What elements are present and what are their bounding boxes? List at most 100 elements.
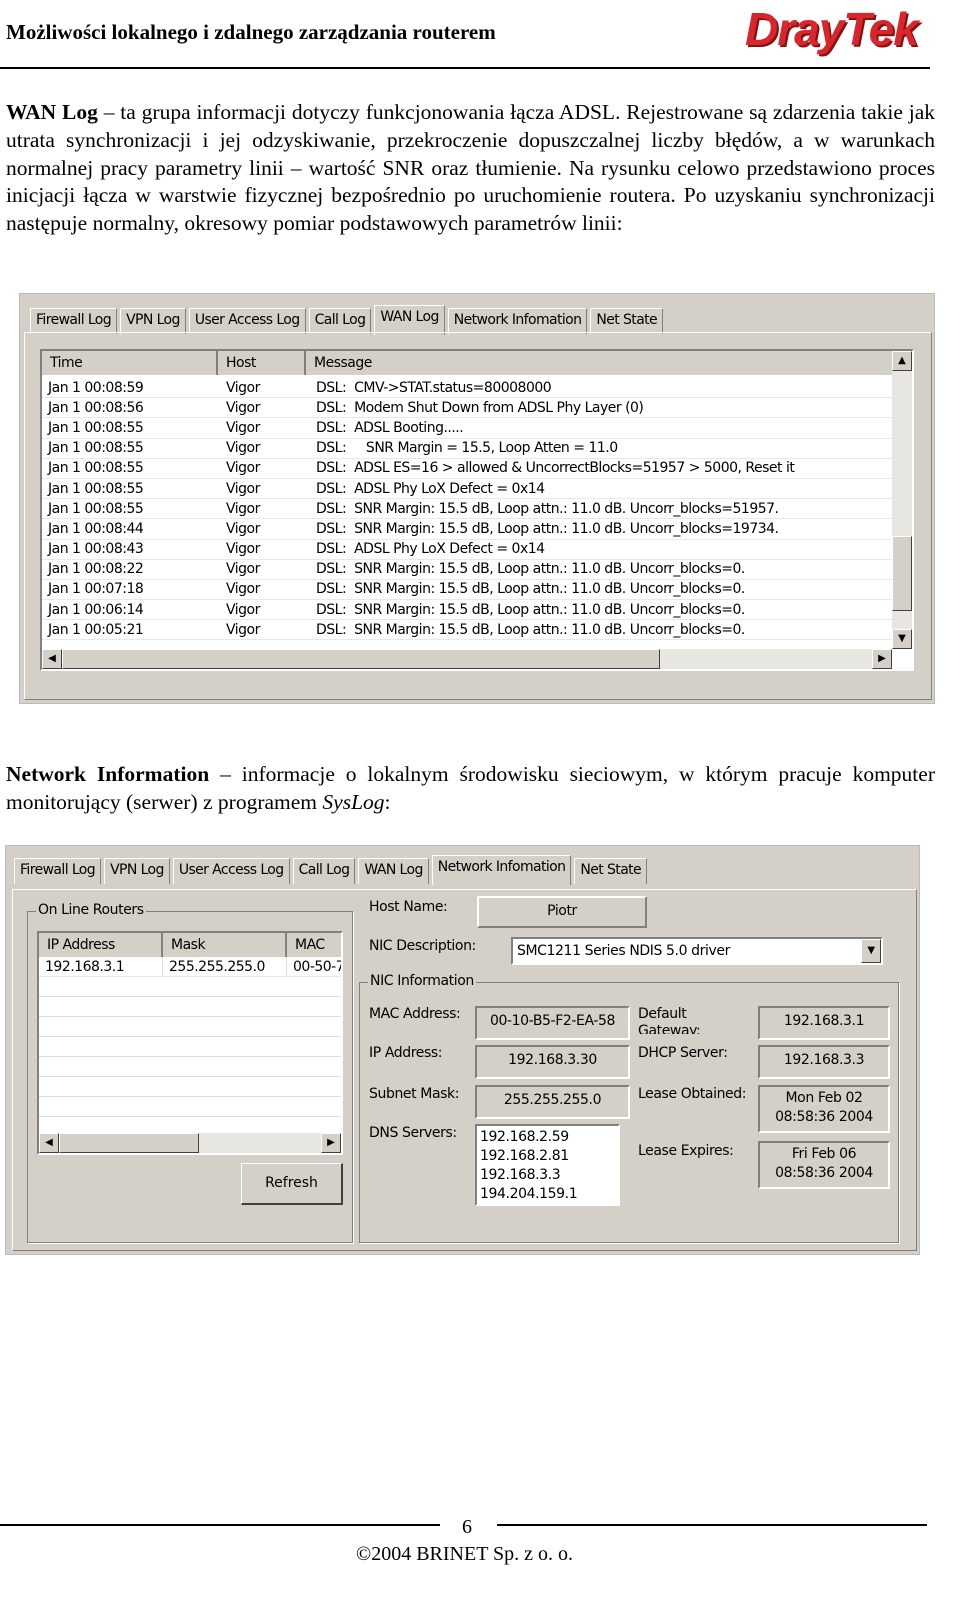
tab-call-log[interactable]: Call Log	[308, 308, 372, 334]
router-mask: 255.255.255.0	[169, 958, 265, 975]
scroll-right-icon[interactable]: ▶	[321, 1133, 341, 1153]
ip-address-label: IP Address:	[369, 1045, 443, 1061]
dns-server: 194.204.159.1	[480, 1186, 578, 1202]
log-message: DSL: ADSL Phy LoX Defect = 0x14	[316, 480, 545, 497]
lease-obtained-label: Lease Obtained:	[638, 1086, 747, 1102]
scroll-thumb-h[interactable]	[62, 649, 660, 669]
log-row[interactable]: Jan 1 00:08:22 Vigor DSL: SNR Margin: 15.5…	[42, 560, 892, 580]
scroll-thumb-h[interactable]	[59, 1133, 199, 1153]
list-header: Time Host Message	[42, 351, 892, 375]
log-message: DSL: SNR Margin = 15.5, Loop Atten = 11.…	[316, 440, 618, 457]
log-row[interactable]: Jan 1 00:06:14 Vigor DSL: SNR Margin: 15.5…	[42, 600, 892, 621]
log-row[interactable]: Jan 1 00:08:43 Vigor DSL: ADSL Phy LoX Def…	[42, 540, 892, 560]
list-body: Jan 1 00:08:59 Vigor DSL: CMV->STAT.status…	[42, 375, 892, 641]
nic-information-title: NIC Information	[368, 973, 476, 989]
log-row[interactable]: Jan 1 00:08:55 Vigor DSL: ADSL Phy LoX Def…	[42, 479, 892, 500]
log-time: Jan 1 00:08:55	[48, 480, 144, 497]
log-time: Jan 1 00:08:22	[48, 561, 144, 578]
log-host: Vigor	[226, 561, 260, 578]
tab-firewall-log[interactable]: Firewall Log	[14, 858, 102, 884]
column-time[interactable]: Time	[42, 351, 218, 375]
tab-user-access-log[interactable]: User Access Log	[188, 308, 306, 334]
tab-vpn-log[interactable]: VPN Log	[104, 858, 170, 884]
log-time: Jan 1 00:06:14	[48, 601, 144, 618]
term-wan-log: WAN Log	[6, 100, 98, 124]
log-row[interactable]: Jan 1 00:08:55 Vigor DSL: SNR Margin: 15.5…	[42, 499, 892, 520]
log-message: DSL: ADSL Phy LoX Defect = 0x14	[316, 541, 545, 558]
log-time: Jan 1 00:08:55	[48, 419, 144, 436]
horizontal-scrollbar[interactable]: ◀ ▶	[42, 649, 892, 669]
column-ip-address[interactable]: IP Address	[39, 933, 163, 957]
list-header: IP Address Mask MAC	[39, 933, 341, 957]
column-message[interactable]: Message	[306, 351, 892, 375]
tab-call-log[interactable]: Call Log	[292, 858, 356, 884]
footer-rule-right	[497, 1524, 927, 1526]
tab-vpn-log[interactable]: VPN Log	[120, 308, 186, 334]
lease-expires-date: Fri Feb 06	[791, 1146, 857, 1162]
log-time: Jan 1 00:08:59	[48, 379, 144, 396]
log-message: DSL: ADSL Booting.....	[316, 419, 464, 436]
tab-user-access-log[interactable]: User Access Log	[172, 858, 290, 884]
page-number: 6	[462, 1516, 472, 1538]
scroll-down-icon[interactable]: ▼	[892, 629, 912, 649]
log-message: DSL: SNR Margin: 15.5 dB, Loop attn.: 11…	[316, 500, 779, 517]
paragraph-network-information: Network Information – informacje o lokal…	[6, 761, 935, 817]
dns-servers-label: DNS Servers:	[369, 1125, 457, 1141]
lease-expires-field: Fri Feb 06 08:58:36 2004	[758, 1141, 890, 1189]
log-row[interactable]: Jan 1 00:08:55 Vigor DSL: SNR Margin = 15.…	[42, 439, 892, 459]
tab-net-state[interactable]: Net State	[590, 308, 664, 334]
log-row[interactable]: Jan 1 00:08:56 Vigor DSL: Modem Shut Down …	[42, 398, 892, 419]
column-host[interactable]: Host	[218, 351, 306, 375]
draytek-logo: DrayTek	[745, 3, 919, 55]
paragraph-end: :	[384, 789, 391, 814]
tab-firewall-log[interactable]: Firewall Log	[30, 308, 118, 334]
tab-wan-log[interactable]: WAN Log	[358, 858, 429, 884]
empty-rows	[39, 977, 341, 1138]
nic-description-select[interactable]: SMC1211 Series NDIS 5.0 driver ▼	[511, 937, 883, 965]
dns-server: 192.168.2.81	[480, 1148, 569, 1164]
host-name-label: Host Name:	[369, 899, 448, 915]
tab-network-information[interactable]: Network Infomation	[431, 855, 572, 885]
horizontal-scrollbar[interactable]: ◀ ▶	[39, 1133, 341, 1153]
log-row[interactable]: Jan 1 00:08:55 Vigor DSL: ADSL ES=16 > all…	[42, 459, 892, 479]
lease-expires-time: 08:58:36 2004	[775, 1165, 873, 1181]
log-row[interactable]: Jan 1 00:05:21 Vigor DSL: SNR Margin: 15.5…	[42, 620, 892, 641]
scroll-thumb[interactable]	[892, 536, 912, 611]
vertical-scrollbar[interactable]: ▲ ▼	[892, 351, 912, 649]
dns-server: 192.168.2.59	[480, 1129, 569, 1145]
dhcp-server-label: DHCP Server:	[638, 1045, 728, 1061]
scroll-left-icon[interactable]: ◀	[42, 649, 62, 669]
scroll-up-icon[interactable]: ▲	[892, 351, 912, 371]
log-host: Vigor	[226, 379, 260, 396]
log-row[interactable]: Jan 1 00:08:59 Vigor DSL: CMV->STAT.status…	[42, 378, 892, 399]
refresh-button[interactable]: Refresh	[241, 1163, 343, 1205]
lease-obtained-time: 08:58:36 2004	[775, 1109, 873, 1125]
tab-net-state[interactable]: Net State	[574, 858, 648, 884]
column-mac[interactable]: MAC	[287, 933, 341, 957]
log-message: DSL: ADSL ES=16 > allowed & UncorrectBlo…	[316, 460, 795, 477]
log-row[interactable]: Jan 1 00:07:18 Vigor DSL: SNR Margin: 15.5…	[42, 580, 892, 601]
default-gateway-field: 192.168.3.1	[758, 1006, 890, 1040]
lease-expires-label: Lease Expires:	[638, 1143, 734, 1159]
router-mac: 00-50-7	[293, 958, 341, 975]
tab-wan-log[interactable]: WAN Log	[374, 305, 445, 335]
wan-log-window: Firewall Log VPN Log User Access Log Cal…	[19, 293, 935, 704]
log-message: DSL: SNR Margin: 15.5 dB, Loop attn.: 11…	[316, 520, 779, 537]
scroll-left-icon[interactable]: ◀	[39, 1133, 59, 1153]
default-gateway-label: Default Gateway:	[638, 1006, 701, 1034]
log-host: Vigor	[226, 460, 260, 477]
chevron-down-icon[interactable]: ▼	[861, 939, 881, 963]
router-row[interactable]: 192.168.3.1 255.255.255.0 00-50-7	[39, 957, 341, 978]
log-host: Vigor	[226, 541, 260, 558]
scroll-right-icon[interactable]: ▶	[872, 649, 892, 669]
lease-obtained-field: Mon Feb 02 08:58:36 2004	[758, 1085, 890, 1133]
log-message: DSL: SNR Margin: 15.5 dB, Loop attn.: 11…	[316, 561, 745, 578]
term-network-information: Network Information	[6, 762, 210, 786]
column-mask[interactable]: Mask	[163, 933, 287, 957]
log-row[interactable]: Jan 1 00:08:44 Vigor DSL: SNR Margin: 15.5…	[42, 519, 892, 540]
log-host: Vigor	[226, 399, 260, 416]
log-message: DSL: Modem Shut Down from ADSL Phy Layer…	[316, 399, 644, 416]
subnet-mask-field: 255.255.255.0	[475, 1085, 630, 1119]
tab-network-information[interactable]: Network Infomation	[447, 308, 588, 334]
log-row[interactable]: Jan 1 00:08:55 Vigor DSL: ADSL Booting....…	[42, 418, 892, 439]
